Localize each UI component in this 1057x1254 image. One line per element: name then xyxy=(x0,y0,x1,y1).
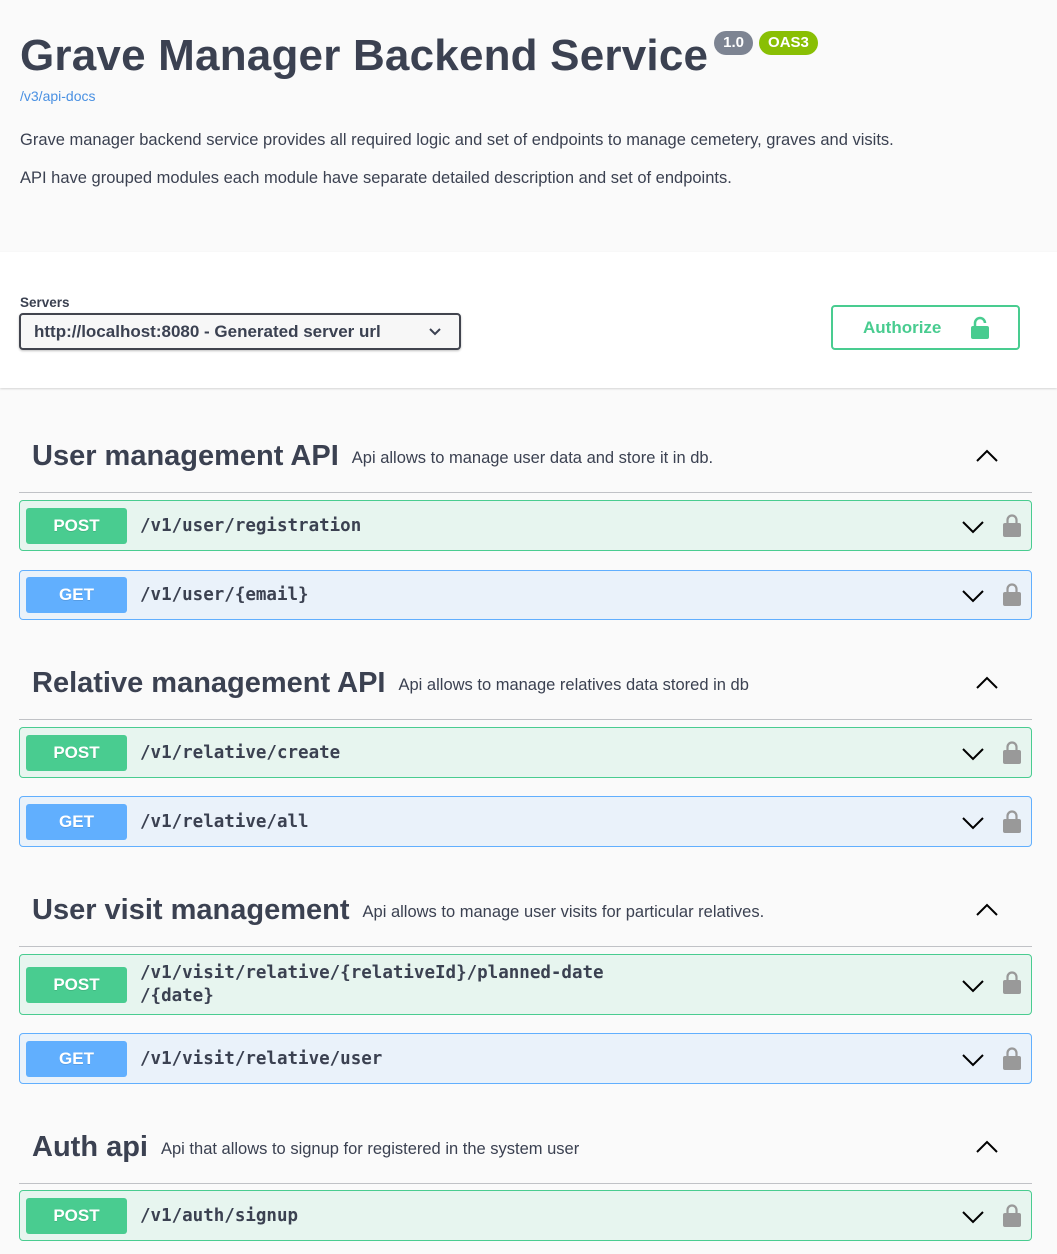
chevron-down-icon[interactable] xyxy=(961,520,985,534)
tag-description: Api allows to manage user visits for par… xyxy=(362,902,765,921)
tag-description: Api allows to manage relatives data stor… xyxy=(398,675,749,694)
chevron-down-icon[interactable] xyxy=(961,1053,985,1067)
method-badge-get: GET xyxy=(26,804,127,840)
lock-icon[interactable] xyxy=(1003,740,1021,764)
operation-post-user-registration[interactable]: POST /v1/user/registration xyxy=(19,500,1032,551)
operation-get-visit-relative-user[interactable]: GET /v1/visit/relative/user xyxy=(19,1033,1032,1084)
tag-name: Auth api xyxy=(32,1131,148,1163)
method-badge-post: POST xyxy=(26,735,127,771)
operation-path: /v1/visit/relative/user xyxy=(140,1049,383,1069)
tag-header-user-management[interactable]: User management API Api allows to manage… xyxy=(19,421,1032,493)
tag-header-user-visit-management[interactable]: User visit management Api allows to mana… xyxy=(19,875,1032,947)
servers-select[interactable]: http://localhost:8080 - Generated server… xyxy=(19,313,461,350)
authorize-button[interactable]: Authorize xyxy=(831,305,1020,350)
chevron-down-icon[interactable] xyxy=(961,816,985,830)
lock-icon[interactable] xyxy=(1003,1203,1021,1227)
tag-name: User management API xyxy=(32,440,339,472)
api-docs-link[interactable]: /v3/api-docs xyxy=(20,88,95,104)
oas-badge: OAS3 xyxy=(759,31,818,55)
tag-header-relative-management[interactable]: Relative management API Api allows to ma… xyxy=(19,648,1032,720)
chevron-down-icon xyxy=(429,328,441,336)
lock-icon[interactable] xyxy=(1003,582,1021,606)
method-badge-post: POST xyxy=(26,967,127,1003)
lock-icon[interactable] xyxy=(1003,809,1021,833)
description-line-1: Grave manager backend service provides a… xyxy=(20,131,894,149)
tag-header-auth-api[interactable]: Auth api Api that allows to signup for r… xyxy=(19,1112,1032,1184)
operation-post-visit-planned-date[interactable]: POST /v1/visit/relative/{relativeId}/pla… xyxy=(19,954,1032,1015)
operation-path-line-2: /{date} xyxy=(140,986,214,1006)
chevron-down-icon[interactable] xyxy=(961,979,985,993)
scheme-container: Servers http://localhost:8080 - Generate… xyxy=(0,252,1057,388)
chevron-up-icon xyxy=(976,676,998,689)
description-line-2: API have grouped modules each module hav… xyxy=(20,169,732,187)
lock-icon[interactable] xyxy=(1003,970,1021,994)
operation-post-auth-signup[interactable]: POST /v1/auth/signup xyxy=(19,1190,1032,1241)
servers-selected-value: http://localhost:8080 - Generated server… xyxy=(34,321,381,341)
info-section: Grave Manager Backend Service 1.0 OAS3 /… xyxy=(0,0,1057,252)
operation-path: /v1/user/registration xyxy=(140,516,362,536)
unlocked-lock-icon xyxy=(971,316,989,339)
tag-description: Api that allows to signup for registered… xyxy=(161,1139,580,1158)
tag-description: Api allows to manage user data and store… xyxy=(351,448,714,467)
chevron-down-icon[interactable] xyxy=(961,1210,985,1224)
method-badge-post: POST xyxy=(26,508,127,544)
operation-get-relative-all[interactable]: GET /v1/relative/all xyxy=(19,796,1032,847)
lock-icon[interactable] xyxy=(1003,513,1021,537)
chevron-up-icon xyxy=(976,449,998,462)
tag-name: Relative management API xyxy=(32,667,386,699)
operation-path: /v1/relative/all xyxy=(140,812,309,832)
operation-get-user-email[interactable]: GET /v1/user/{email} xyxy=(19,570,1032,620)
operation-path: /v1/relative/create xyxy=(140,743,341,763)
servers-label: Servers xyxy=(20,295,70,310)
chevron-up-icon xyxy=(976,903,998,916)
operation-post-relative-create[interactable]: POST /v1/relative/create xyxy=(19,727,1032,778)
title-row: Grave Manager Backend Service 1.0 OAS3 xyxy=(20,30,818,82)
method-badge-post: POST xyxy=(26,1198,127,1234)
page-title: Grave Manager Backend Service xyxy=(20,31,709,80)
operation-path-line-1: /v1/visit/relative/{relativeId}/planned-… xyxy=(140,963,604,983)
tag-name: User visit management xyxy=(32,894,350,926)
lock-icon[interactable] xyxy=(1003,1046,1021,1070)
method-badge-get: GET xyxy=(26,577,127,613)
chevron-down-icon[interactable] xyxy=(961,589,985,603)
authorize-label: Authorize xyxy=(863,317,942,337)
version-badge: 1.0 xyxy=(714,31,754,55)
method-badge-get: GET xyxy=(26,1041,127,1077)
operation-path: /v1/auth/signup xyxy=(140,1206,299,1226)
chevron-down-icon[interactable] xyxy=(961,747,985,761)
operation-path: /v1/user/{email} xyxy=(140,585,309,605)
chevron-up-icon xyxy=(976,1140,998,1153)
